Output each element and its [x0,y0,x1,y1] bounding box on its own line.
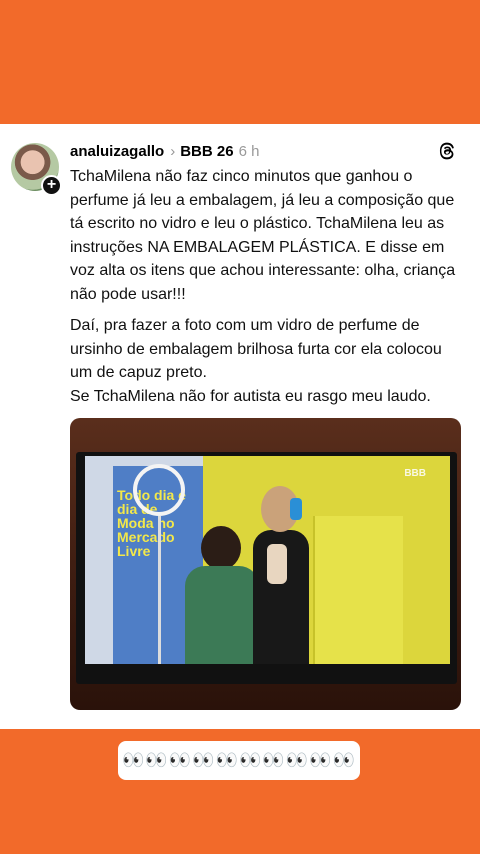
post-text: TchaMilena não faz cinco minutos que gan… [70,168,456,303]
post-header: analuizagallo › BBB 26 6 h [70,141,259,161]
threads-icon[interactable] [436,140,458,162]
post-time: 6 h [238,142,260,160]
topic-tag[interactable]: BBB 26 [180,143,233,160]
post-card: + analuizagallo › BBB 26 6 h TchaMilena … [0,124,480,729]
spray-bottle [267,544,287,584]
plus-icon[interactable]: + [41,175,62,196]
tv-screen: Todo dia é dia de Moda no Mercado Livre … [85,456,450,664]
channel-logo: BBB [404,468,426,479]
tv-frame: Todo dia é dia de Moda no Mercado Livre … [76,452,457,684]
post-photo[interactable]: Todo dia é dia de Moda no Mercado Livre … [70,418,461,710]
ring-light [133,464,185,516]
post-paragraph-3: Se TchaMilena não for autista eu rasgo m… [70,387,431,405]
post-paragraph-2: Daí, pra fazer a foto com um vidro de pe… [70,317,442,382]
perfume-bottle [290,498,302,520]
username[interactable]: analuizagallo [70,143,164,160]
emoji-caption: 👀👀👀👀👀👀👀👀👀👀 [118,741,360,780]
post-text-continued: Daí, pra fazer a foto com um vidro de pe… [70,314,462,408]
chevron-right-icon: › [170,142,176,160]
